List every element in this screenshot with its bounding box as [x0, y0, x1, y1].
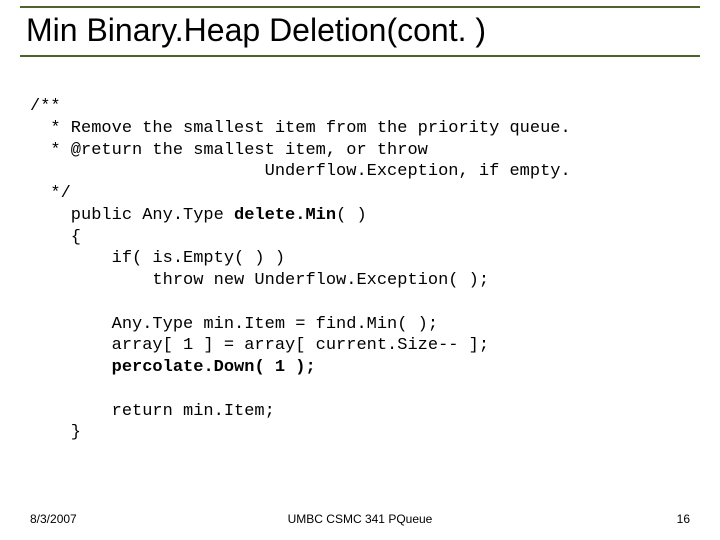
- footer-center: UMBC CSMC 341 PQueue: [0, 512, 720, 526]
- code-line: throw new Underflow.Exception( );: [30, 271, 489, 290]
- code-line: * @return the smallest item, or throw: [30, 141, 428, 160]
- title-rule-bottom: [20, 55, 700, 57]
- footer-page-number: 16: [677, 512, 690, 526]
- code-line: /**: [30, 97, 61, 116]
- title-area: Min Binary.Heap Deletion(cont. ): [20, 6, 700, 57]
- code-line: [30, 358, 112, 377]
- code-line: return min.Item;: [30, 402, 275, 421]
- code-bold: percolate.Down( 1 );: [112, 358, 316, 377]
- code-line: }: [30, 423, 81, 442]
- code-line: public Any.Type: [30, 206, 234, 225]
- title-rule-top: [20, 6, 700, 8]
- code-line: */: [30, 184, 71, 203]
- code-line: ( ): [336, 206, 367, 225]
- slide-title: Min Binary.Heap Deletion(cont. ): [26, 12, 700, 49]
- code-block: /** * Remove the smallest item from the …: [30, 96, 571, 444]
- code-bold: delete.Min: [234, 206, 336, 225]
- code-line: Underflow.Exception, if empty.: [30, 162, 571, 181]
- slide: Min Binary.Heap Deletion(cont. ) /** * R…: [0, 0, 720, 540]
- code-line: * Remove the smallest item from the prio…: [30, 119, 571, 138]
- code-line: array[ 1 ] = array[ current.Size-- ];: [30, 336, 489, 355]
- code-line: if( is.Empty( ) ): [30, 249, 285, 268]
- code-line: Any.Type min.Item = find.Min( );: [30, 315, 438, 334]
- code-line: {: [30, 228, 81, 247]
